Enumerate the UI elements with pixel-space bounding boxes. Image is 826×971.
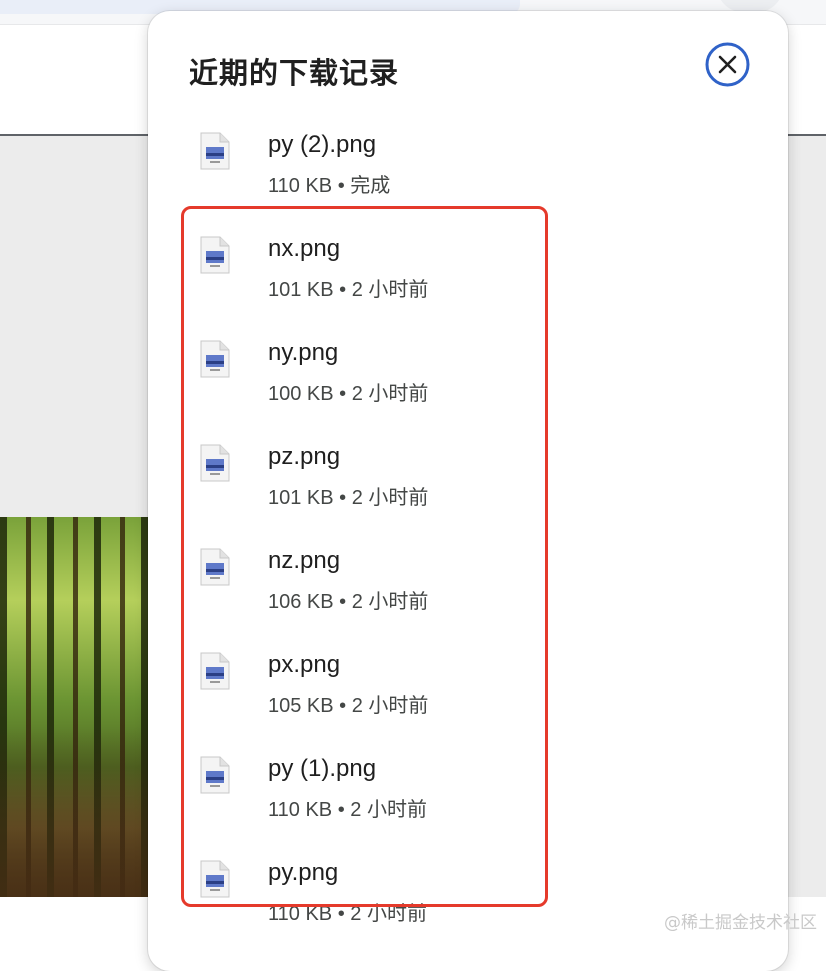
file-name[interactable]: py.png: [268, 859, 338, 887]
forest-image: [0, 517, 170, 897]
meta-separator: •: [337, 903, 345, 925]
file-name[interactable]: py (2).png: [268, 131, 376, 159]
download-status: 2 小时前: [351, 487, 429, 509]
file-meta: 101 KB • 2 小时前: [268, 481, 428, 510]
close-button[interactable]: [705, 42, 750, 87]
download-item[interactable]: px.png 105 KB • 2 小时前: [190, 651, 530, 741]
download-status: 2 小时前: [351, 591, 429, 613]
image-file-icon: [200, 756, 230, 794]
image-file-icon: [200, 652, 230, 690]
file-name[interactable]: pz.png: [268, 443, 340, 471]
file-size: 110 KB: [268, 799, 333, 821]
file-size: 106 KB: [268, 591, 334, 613]
meta-separator: •: [339, 695, 347, 717]
download-item[interactable]: nz.png 106 KB • 2 小时前: [190, 547, 530, 637]
image-file-icon: [200, 444, 230, 482]
download-item[interactable]: py (2).png 110 KB • 完成: [190, 131, 530, 221]
meta-separator: •: [339, 591, 347, 613]
download-status: 2 小时前: [351, 279, 429, 301]
meta-separator: •: [339, 383, 347, 405]
download-status: 2 小时前: [350, 903, 427, 925]
file-meta: 101 KB • 2 小时前: [268, 273, 428, 302]
file-meta: 110 KB • 2 小时前: [268, 793, 427, 822]
file-name[interactable]: px.png: [268, 651, 340, 679]
file-size: 110 KB: [268, 175, 333, 197]
download-status: 2 小时前: [350, 799, 427, 821]
download-item[interactable]: ny.png 100 KB • 2 小时前: [190, 339, 530, 429]
panel-title: 近期的下载记录: [189, 58, 400, 90]
file-name[interactable]: py (1).png: [268, 755, 376, 783]
download-item[interactable]: py (1).png 110 KB • 2 小时前: [190, 755, 530, 845]
download-status: 2 小时前: [351, 695, 429, 717]
file-name[interactable]: nx.png: [268, 235, 340, 263]
image-file-icon: [200, 340, 230, 378]
image-file-icon: [200, 548, 230, 586]
file-name[interactable]: nz.png: [268, 547, 340, 575]
image-file-icon: [200, 860, 230, 898]
file-size: 105 KB: [268, 695, 334, 717]
file-size: 110 KB: [268, 903, 333, 925]
file-name[interactable]: ny.png: [268, 339, 338, 367]
file-size: 100 KB: [268, 383, 334, 405]
meta-separator: •: [339, 487, 347, 509]
download-status: 2 小时前: [351, 383, 429, 405]
file-size: 101 KB: [268, 279, 334, 301]
file-meta: 105 KB • 2 小时前: [268, 689, 428, 718]
download-item[interactable]: pz.png 101 KB • 2 小时前: [190, 443, 530, 533]
watermark: @稀土掘金技术社区: [664, 913, 817, 933]
file-meta: 100 KB • 2 小时前: [268, 377, 428, 406]
close-circle-icon: [705, 42, 750, 87]
download-item[interactable]: nx.png 101 KB • 2 小时前: [190, 235, 530, 325]
meta-separator: •: [339, 279, 347, 301]
file-meta: 110 KB • 2 小时前: [268, 897, 427, 926]
meta-separator: •: [337, 175, 345, 197]
download-status: 完成: [350, 175, 391, 197]
file-size: 101 KB: [268, 487, 334, 509]
file-meta: 106 KB • 2 小时前: [268, 585, 428, 614]
image-file-icon: [200, 132, 230, 170]
file-meta: 110 KB • 完成: [268, 169, 390, 198]
meta-separator: •: [337, 799, 345, 821]
image-file-icon: [200, 236, 230, 274]
